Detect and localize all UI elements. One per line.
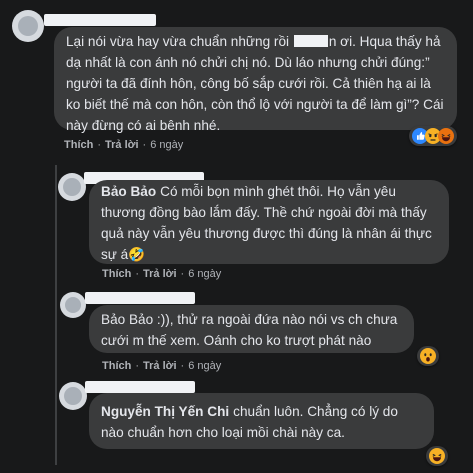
like-link[interactable]: Thích [102,360,131,372]
comment-text-2: Bảo Bảo Có mỗi bọn mình ghét thôi. Họ vẫn… [101,184,432,262]
like-link[interactable]: Thích [64,139,93,151]
name-redaction [293,35,328,47]
avatar[interactable] [59,382,87,410]
author-name-redacted[interactable] [44,14,156,26]
reply-link[interactable]: Trả lời [143,360,177,372]
comment-actions-2: Thích · Trả lời · 6 ngày [102,268,222,280]
reaction-summary-4[interactable] [426,446,448,466]
thread-line [55,165,57,465]
reply-link[interactable]: Trả lời [143,268,177,280]
author-name-redacted[interactable] [85,381,195,393]
reaction-summary-3[interactable] [417,346,439,366]
timestamp[interactable]: 6 ngày [150,139,183,151]
mentioned-name[interactable]: Nguyễn Thị Yến Chi [101,404,229,419]
comment-text-4: Nguyễn Thị Yến Chi chuẩn luôn. Chẳng có l… [101,404,398,440]
wow-reaction-icon [420,348,436,364]
author-name-redacted[interactable] [85,292,195,304]
author-name[interactable]: Bảo Bảo [101,184,156,199]
comment-actions-3: Thích · Trả lời · 6 ngày [102,360,222,372]
comment-bubble-4: Nguyễn Thị Yến Chi chuẩn luôn. Chẳng có l… [89,393,434,449]
comment-bubble-3: Bảo Bảo :)), thử ra ngoài đứa nào nói vs… [89,305,414,353]
haha-reaction-icon [438,128,454,144]
comment-bubble-1: Lại nói vừa hay vừa chuẩn những rồi n ơi… [54,27,457,133]
timestamp[interactable]: 6 ngày [188,268,221,280]
like-link[interactable]: Thích [102,268,131,280]
timestamp[interactable]: 6 ngày [188,360,221,372]
haha-reaction-icon [429,448,445,464]
avatar[interactable] [12,10,44,42]
avatar[interactable] [60,292,86,318]
comment-actions-1: Thích · Trả lời · 6 ngày [64,139,184,151]
reaction-summary-1[interactable] [409,126,457,146]
comment-text-3: Bảo Bảo :)), thử ra ngoài đứa nào nói vs… [101,312,398,348]
comment-bubble-2: Bảo Bảo Có mỗi bọn mình ghét thôi. Họ vẫn… [89,180,449,264]
comment-text-1: Lại nói vừa hay vừa chuẩn những rồi n ơi… [66,34,444,133]
reply-link[interactable]: Trả lời [105,139,139,151]
avatar[interactable] [58,173,86,201]
